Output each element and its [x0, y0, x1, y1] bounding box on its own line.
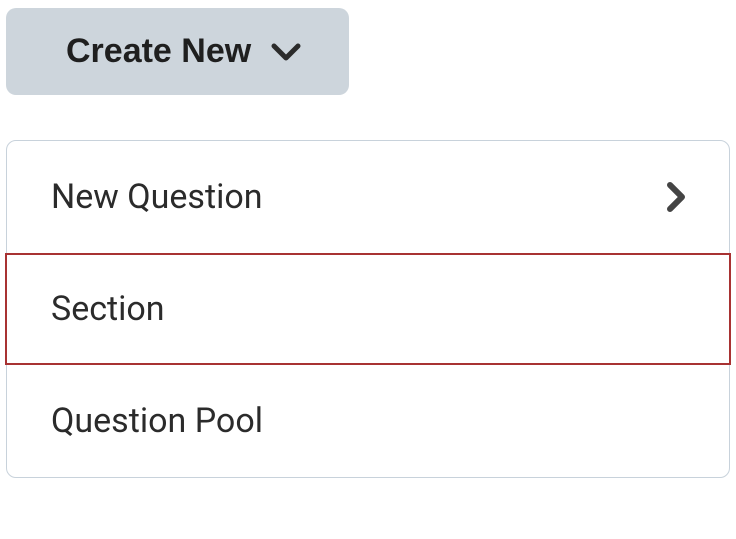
menu-item-new-question[interactable]: New Question: [7, 141, 729, 253]
chevron-down-icon: [271, 43, 301, 61]
chevron-right-icon: [667, 182, 685, 212]
menu-item-question-pool[interactable]: Question Pool: [7, 365, 729, 477]
create-new-dropdown: New Question Section Question Pool: [6, 140, 730, 478]
create-new-label: Create New: [66, 32, 251, 71]
menu-item-section[interactable]: Section: [5, 253, 731, 365]
menu-item-label: Question Pool: [51, 401, 685, 441]
menu-item-label: Section: [51, 289, 685, 329]
create-new-button[interactable]: Create New: [6, 8, 349, 95]
menu-item-label: New Question: [51, 177, 667, 217]
